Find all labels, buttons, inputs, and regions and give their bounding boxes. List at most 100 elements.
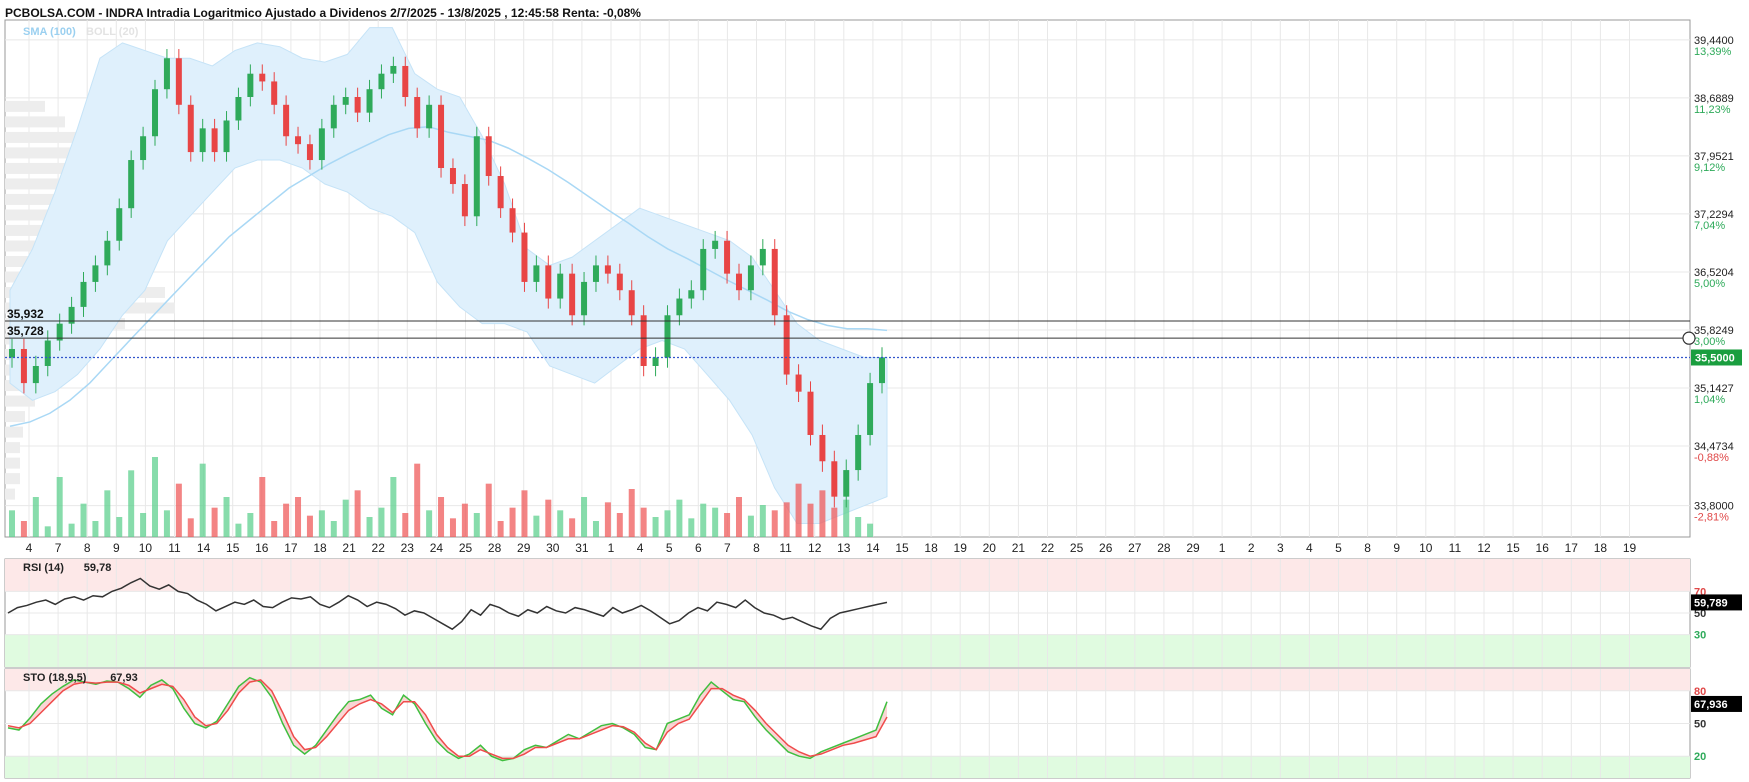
x-tick-label: 19 xyxy=(1623,541,1637,555)
x-tick-label: 29 xyxy=(1186,541,1200,555)
x-tick-label: 7 xyxy=(724,541,731,555)
volume-bar xyxy=(223,497,230,537)
volume-profile-bar xyxy=(5,100,45,112)
volume-bar xyxy=(592,521,599,537)
candle-body xyxy=(735,273,742,291)
candle-body xyxy=(32,365,39,384)
volume-bar xyxy=(175,483,182,537)
candle-body xyxy=(104,240,111,266)
volume-bar xyxy=(735,497,742,537)
volume-bar xyxy=(640,507,647,537)
candle-body xyxy=(879,357,885,384)
candle-body xyxy=(223,120,230,153)
volume-bar xyxy=(557,510,564,537)
x-tick-label: 22 xyxy=(372,541,386,555)
volume-bar xyxy=(259,477,266,537)
candle-body xyxy=(259,73,266,82)
volume-bar xyxy=(92,521,99,537)
x-tick-label: 17 xyxy=(1565,541,1579,555)
x-tick-label: 15 xyxy=(1506,541,1520,555)
volume-bar xyxy=(533,515,540,537)
volume-bar xyxy=(247,513,254,537)
volume-bar xyxy=(342,499,349,537)
candle-body xyxy=(581,281,588,316)
volume-bar xyxy=(366,517,373,537)
x-tick-label: 23 xyxy=(401,541,415,555)
candle-body xyxy=(354,96,361,113)
volume-bar xyxy=(771,510,778,537)
volume-bar xyxy=(271,521,278,537)
volume-bar xyxy=(390,477,397,537)
volume-profile-bar xyxy=(5,116,65,128)
volume-bar xyxy=(759,505,766,537)
candle-body xyxy=(152,89,159,137)
candle-body xyxy=(414,96,421,129)
price-hline-label: 35,932 xyxy=(7,307,44,321)
x-tick-label: 16 xyxy=(255,541,269,555)
volume-bar xyxy=(163,510,170,537)
x-tick-label: 27 xyxy=(1128,541,1142,555)
x-tick-label: 17 xyxy=(284,541,298,555)
volume-bar xyxy=(44,526,51,537)
x-tick-label: 20 xyxy=(983,541,997,555)
x-tick-label: 28 xyxy=(1157,541,1171,555)
chart-title: PCBOLSA.COM - INDRA Intradia Logaritmico… xyxy=(5,6,641,20)
y-tick-pct: 5,00% xyxy=(1694,278,1725,290)
current-price-label: 35,5000 xyxy=(1695,352,1735,364)
x-tick-label: 6 xyxy=(695,541,702,555)
volume-bar xyxy=(128,470,135,537)
candle-body xyxy=(759,248,766,266)
candle-body xyxy=(807,391,814,435)
candle-body xyxy=(140,136,147,161)
level-label: 20 xyxy=(1694,751,1706,763)
x-tick-label: 25 xyxy=(459,541,473,555)
volume-profile-bar xyxy=(5,426,23,438)
candle-body xyxy=(795,374,802,392)
volume-bar xyxy=(724,513,731,537)
candle-body xyxy=(473,136,480,217)
x-tick-label: 12 xyxy=(808,541,822,555)
y-tick-pct: -2,81% xyxy=(1694,512,1729,524)
chart-canvas: 4 7 8 9 10 11 14 15 16 17 18 21 22 23 24 25 28 29 30 31 1 4 5 6… xyxy=(4,6,1742,779)
overbought-zone xyxy=(5,559,1690,592)
volume-bar xyxy=(68,523,75,537)
x-tick-label: 15 xyxy=(895,541,909,555)
candle-body xyxy=(402,65,409,97)
volume-bar xyxy=(747,515,754,537)
x-tick-label: 8 xyxy=(1364,541,1371,555)
x-tick-label: 22 xyxy=(1041,541,1055,555)
candle-body xyxy=(461,184,468,217)
indicator-header-value: 67,93 xyxy=(110,672,138,684)
volume-bar xyxy=(235,523,242,537)
volume-bar xyxy=(497,521,504,537)
candle-body xyxy=(819,434,826,462)
x-tick-label: 8 xyxy=(84,541,91,555)
x-tick-label: 13 xyxy=(837,541,851,555)
x-tick-label: 21 xyxy=(342,541,356,555)
x-tick-label: 24 xyxy=(430,541,444,555)
candle-body xyxy=(330,104,337,129)
x-tick-label: 30 xyxy=(546,541,560,555)
x-tick-label: 18 xyxy=(924,541,938,555)
rsi-panel: 70503059,789RSI (14) 59,78 xyxy=(4,558,1742,668)
volume-profile-bar xyxy=(5,411,25,423)
volume-bar xyxy=(604,502,611,537)
volume-bar xyxy=(32,497,39,537)
x-tick-label: 15 xyxy=(226,541,240,555)
volume-bar xyxy=(283,503,290,537)
volume-bar xyxy=(187,518,194,537)
legend-sma: SMA (100) xyxy=(23,26,76,38)
volume-bar xyxy=(676,499,683,537)
candle-body xyxy=(128,160,135,209)
volume-bar xyxy=(330,521,337,537)
x-tick-label: 25 xyxy=(1070,541,1084,555)
candle-body xyxy=(867,383,874,435)
x-tick-label: 19 xyxy=(954,541,968,555)
x-tick-label: 9 xyxy=(1393,541,1400,555)
x-tick-label: 31 xyxy=(575,541,589,555)
candle-body xyxy=(163,58,170,90)
x-tick-label: 10 xyxy=(1419,541,1433,555)
candle-body xyxy=(318,128,325,161)
volume-profile-bar xyxy=(5,488,15,500)
candle-body xyxy=(9,348,15,358)
